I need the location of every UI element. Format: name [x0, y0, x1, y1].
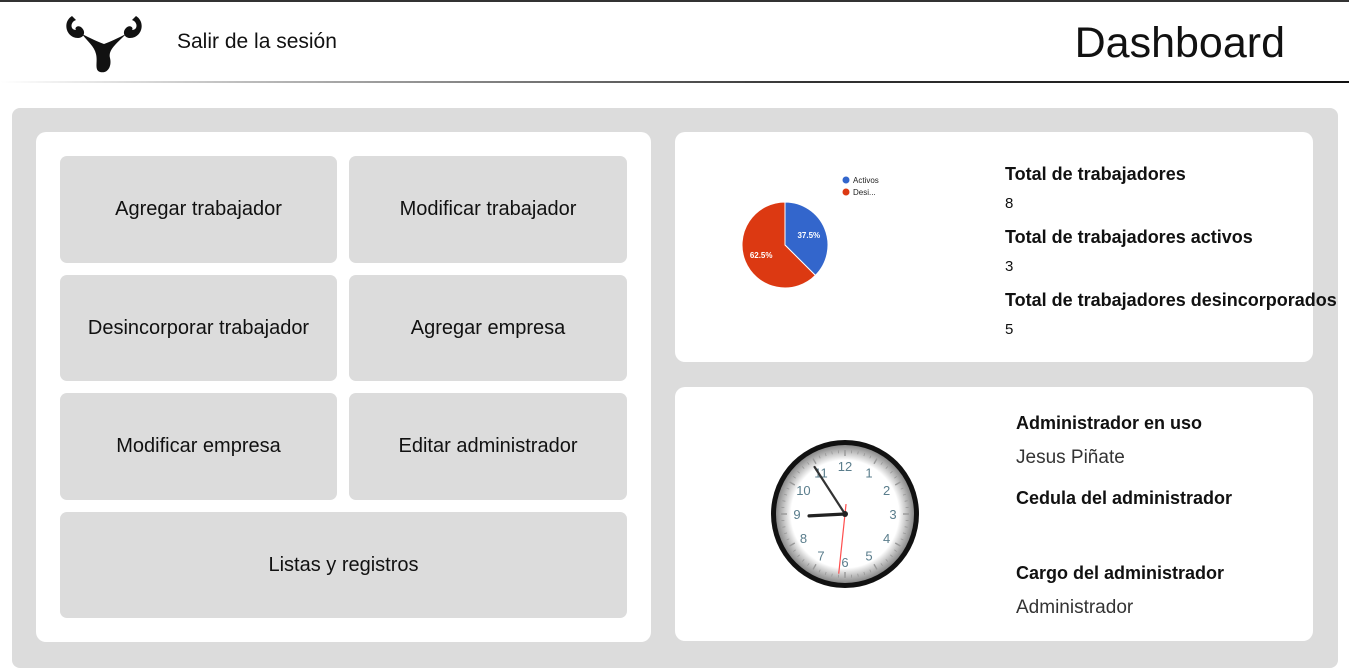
pie-data-label-1: 62.5%: [750, 251, 773, 260]
clock-numeral-1: 1: [865, 465, 872, 480]
clock-numeral-5: 5: [865, 549, 872, 564]
remove-worker-button[interactable]: Desincorporar trabajador: [60, 275, 337, 381]
admin-user-value: Jesus Piñate: [1016, 447, 1125, 469]
clock-numeral-3: 3: [889, 507, 896, 522]
add-worker-button[interactable]: Agregar trabajador: [60, 156, 337, 263]
active-workers-value: 3: [1005, 258, 1013, 275]
page-title: Dashboard: [1075, 19, 1285, 68]
total-workers-label: Total de trabajadores: [1005, 164, 1186, 185]
workers-pie-chart: 37.5% 62.5% Activos Desi...: [730, 165, 900, 295]
admin-user-label: Administrador en uso: [1016, 413, 1202, 434]
admin-role-value: Administrador: [1016, 597, 1133, 619]
clock-center-pin: [842, 511, 848, 517]
legend-entry-0: Activos: [853, 176, 879, 185]
clock-numeral-9: 9: [793, 507, 800, 522]
legend-marker-1: [843, 189, 850, 196]
clock-numeral-2: 2: [883, 483, 890, 498]
add-company-button[interactable]: Agregar empresa: [349, 275, 627, 381]
legend-entry-1: Desi...: [853, 188, 876, 197]
edit-admin-button[interactable]: Editar administrador: [349, 393, 627, 500]
edit-worker-button[interactable]: Modificar trabajador: [349, 156, 627, 263]
pie-data-label-0: 37.5%: [797, 231, 820, 240]
admin-id-label: Cedula del administrador: [1016, 488, 1232, 509]
removed-workers-label: Total de trabajadores desincorporados: [1005, 290, 1337, 311]
removed-workers-value: 5: [1005, 321, 1013, 338]
clock-numeral-12: 12: [838, 459, 852, 474]
analog-clock: 121234567891011: [768, 437, 922, 591]
admin-role-label: Cargo del administrador: [1016, 563, 1224, 584]
total-workers-value: 8: [1005, 195, 1013, 212]
clock-numeral-8: 8: [800, 531, 807, 546]
clock-numeral-6: 6: [841, 555, 848, 570]
clock-numeral-4: 4: [883, 531, 890, 546]
clock-numeral-10: 10: [796, 483, 810, 498]
lists-records-button[interactable]: Listas y registros: [60, 512, 627, 618]
active-workers-label: Total de trabajadores activos: [1005, 227, 1253, 248]
legend-marker-0: [843, 177, 850, 184]
clock-hour-hand: [809, 514, 845, 516]
logout-link[interactable]: Salir de la sesión: [177, 30, 337, 54]
clock-numeral-7: 7: [817, 549, 824, 564]
horned-logo-icon: [64, 12, 144, 74]
header-divider: [0, 81, 1349, 83]
edit-company-button[interactable]: Modificar empresa: [60, 393, 337, 500]
